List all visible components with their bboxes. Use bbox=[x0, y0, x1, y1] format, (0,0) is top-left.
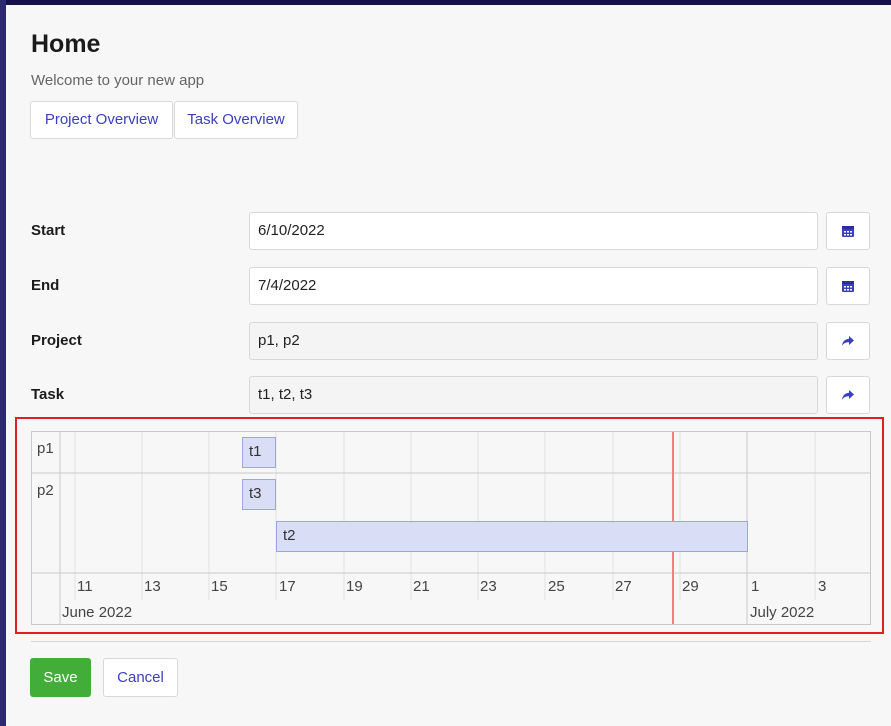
gantt-row-label-p1: p1 bbox=[37, 440, 54, 457]
page-title: Home bbox=[31, 30, 101, 58]
end-calendar-button[interactable] bbox=[826, 267, 870, 305]
gantt-task-bar-t2[interactable]: t2 bbox=[276, 521, 748, 552]
task-label: Task bbox=[31, 386, 65, 403]
project-label: Project bbox=[31, 332, 82, 349]
start-calendar-button[interactable] bbox=[826, 212, 870, 250]
gantt-tick: 29 bbox=[682, 578, 699, 595]
gantt-month-label: June 2022 bbox=[62, 604, 133, 621]
calendar-icon bbox=[842, 226, 854, 237]
project-field[interactable]: p1, p2 bbox=[249, 322, 818, 360]
gantt-tick: 1 bbox=[751, 578, 760, 595]
gantt-chart: p1 p2 t1 t3 t2 11 13 15 17 19 21 23 25 2… bbox=[31, 431, 871, 625]
calendar-icon bbox=[842, 281, 854, 292]
top-bar bbox=[0, 0, 891, 5]
gantt-tick: 23 bbox=[480, 578, 497, 595]
gantt-tick: 19 bbox=[346, 578, 363, 595]
share-arrow-icon bbox=[842, 390, 854, 400]
task-field[interactable]: t1, t2, t3 bbox=[249, 376, 818, 414]
share-arrow-icon bbox=[842, 336, 854, 346]
start-date-field[interactable]: 6/10/2022 bbox=[249, 212, 818, 250]
gantt-tick: 21 bbox=[413, 578, 430, 595]
save-button[interactable]: Save bbox=[30, 658, 91, 697]
gantt-tick: 11 bbox=[77, 578, 93, 595]
start-label: Start bbox=[31, 222, 66, 239]
gantt-task-bar-t3[interactable]: t3 bbox=[242, 479, 276, 510]
gantt-task-bar-t1[interactable]: t1 bbox=[242, 437, 276, 468]
gantt-tick: 3 bbox=[818, 578, 827, 595]
project-open-button[interactable] bbox=[826, 322, 870, 360]
page-subtitle: Welcome to your new app bbox=[31, 72, 205, 89]
gantt-tick: 13 bbox=[144, 578, 161, 595]
form-divider bbox=[31, 641, 871, 642]
tab-task-overview[interactable]: Task Overview bbox=[174, 101, 298, 139]
gantt-month-label: July 2022 bbox=[750, 604, 815, 621]
gantt-tick: 27 bbox=[615, 578, 632, 595]
gantt-row-label-p2: p2 bbox=[37, 482, 54, 499]
tab-project-overview[interactable]: Project Overview bbox=[30, 101, 173, 139]
end-date-field[interactable]: 7/4/2022 bbox=[249, 267, 818, 305]
end-label: End bbox=[31, 277, 60, 294]
cancel-button[interactable]: Cancel bbox=[103, 658, 178, 697]
side-bar-edge bbox=[0, 0, 6, 726]
task-open-button[interactable] bbox=[826, 376, 870, 414]
gantt-tick: 15 bbox=[211, 578, 228, 595]
gantt-tick: 25 bbox=[548, 578, 565, 595]
gantt-tick: 17 bbox=[279, 578, 296, 595]
